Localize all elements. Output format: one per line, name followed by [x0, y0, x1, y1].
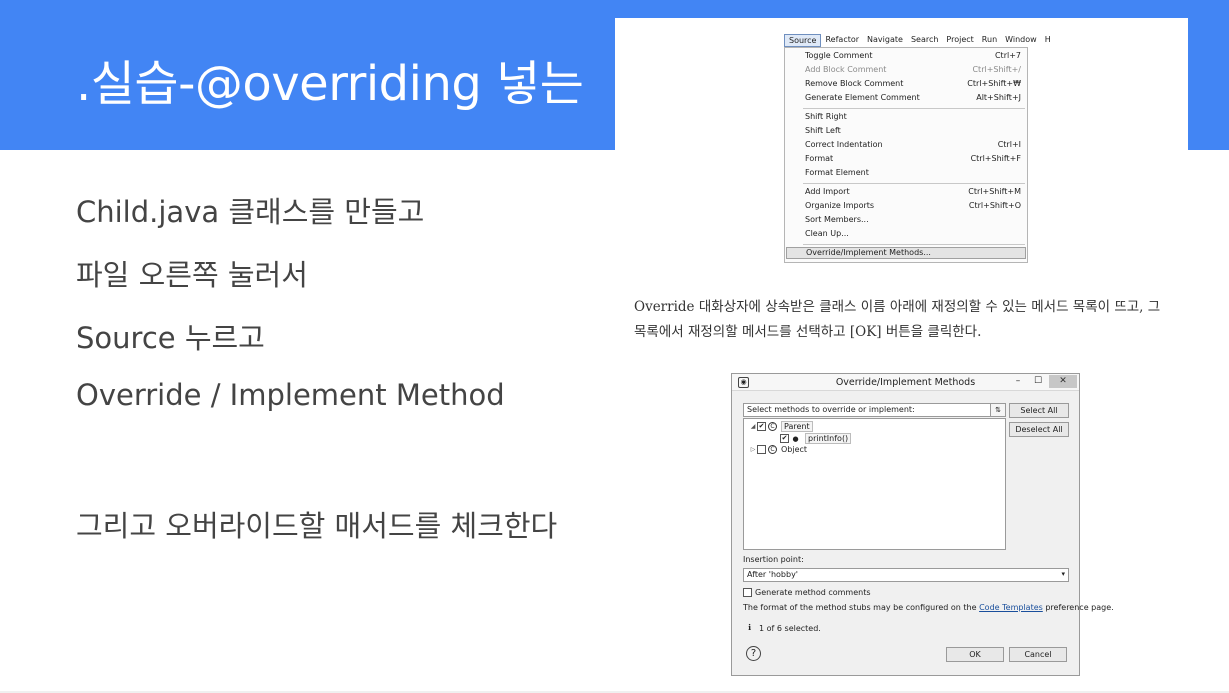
bullet-3: Source 누르고 — [76, 321, 265, 355]
caption-line-2: 목록에서 재정의할 메서드를 선택하고 [OK] 버튼을 클릭한다. — [634, 324, 982, 340]
menu-run[interactable]: Run — [978, 34, 1001, 47]
checkbox-object[interactable] — [757, 445, 766, 454]
deselect-all-button[interactable]: Deselect All — [1009, 422, 1069, 437]
tree-label-object: Object — [781, 445, 808, 454]
menu-item-add-block-comment[interactable]: Add Block Comment Ctrl+Shift+/ — [805, 65, 1021, 77]
bullet-4: Override / Implement Method — [76, 378, 505, 412]
info-icon: ℹ — [748, 623, 752, 632]
override-implement-dialog: ◉ Override/Implement Methods – ☐ ✕ Selec… — [731, 373, 1114, 676]
format-note: The format of the method stubs may be co… — [743, 603, 1114, 612]
close-button[interactable]: ✕ — [1049, 375, 1077, 388]
expand-icon[interactable]: ◢ — [749, 423, 757, 430]
class-icon: C — [768, 422, 777, 431]
methods-filter-input[interactable]: Select methods to override or implement: — [743, 403, 1006, 417]
dialog-title: Override/Implement Methods — [835, 377, 976, 388]
menu-item-shift-right[interactable]: Shift Right — [805, 112, 1021, 124]
public-method-icon: ● — [792, 434, 799, 443]
menu-item-clean-up[interactable]: Clean Up... — [805, 229, 1021, 241]
dialog-titlebar: ◉ Override/Implement Methods – ☐ ✕ — [732, 374, 1079, 391]
menu-search[interactable]: Search — [907, 34, 942, 47]
insertion-point-label: Insertion point: — [743, 555, 804, 564]
menu-item-correct-indentation[interactable]: Correct Indentation Ctrl+I — [805, 140, 1021, 152]
menu-source[interactable]: Source — [784, 34, 822, 47]
select-all-button[interactable]: Select All — [1009, 403, 1069, 418]
insertion-point-select[interactable]: After 'hobby' ▾ — [743, 568, 1069, 582]
source-menu-screenshot: Source Refactor Navigate Search Project … — [615, 18, 1188, 272]
maximize-button[interactable]: ☐ — [1030, 375, 1046, 388]
menu-item-format-element[interactable]: Format Element — [805, 168, 1021, 180]
menu-navigate[interactable]: Navigate — [863, 34, 907, 47]
tree-row-object[interactable]: ▷ C Object — [749, 444, 807, 455]
help-icon[interactable]: ? — [746, 646, 761, 661]
menu-item-add-import[interactable]: Add Import Ctrl+Shift+M — [805, 187, 1021, 199]
menu-separator — [803, 183, 1025, 184]
sort-icon[interactable]: ⇅ — [990, 403, 1006, 417]
bullet-1: Child.java 클래스를 만들고 — [76, 195, 425, 229]
tree-row-printinfo[interactable]: ✔ ● printInfo() — [780, 433, 852, 444]
generate-comments-label: Generate method comments — [755, 588, 871, 597]
menu-help[interactable]: H — [1041, 34, 1055, 47]
cancel-button[interactable]: Cancel — [1009, 647, 1067, 662]
menu-bar: Source Refactor Navigate Search Project … — [784, 34, 1051, 47]
checkbox-printinfo[interactable]: ✔ — [780, 434, 789, 443]
caption-line-1: Override 대화상자에 상속받은 클래스 이름 아래에 재정의할 수 있는… — [634, 299, 1161, 315]
methods-tree[interactable]: ◢ ✔ C Parent ✔ ● printInfo() ▷ C Object — [743, 418, 1006, 550]
menu-item-shift-left[interactable]: Shift Left — [805, 126, 1021, 138]
menu-item-format[interactable]: Format Ctrl+Shift+F — [805, 154, 1021, 166]
menu-item-remove-block-comment[interactable]: Remove Block Comment Ctrl+Shift+₩ — [805, 79, 1021, 91]
menu-item-toggle-comment[interactable]: Toggle Comment Ctrl+7 — [805, 51, 1021, 63]
menu-separator — [803, 108, 1025, 109]
menu-separator — [803, 244, 1025, 245]
checkbox-parent[interactable]: ✔ — [757, 422, 766, 431]
source-dropdown: Toggle Comment Ctrl+7 Add Block Comment Ct… — [784, 47, 1028, 263]
generate-comments-checkbox[interactable] — [743, 588, 752, 597]
collapse-icon[interactable]: ▷ — [749, 446, 757, 453]
ok-button[interactable]: OK — [946, 647, 1004, 662]
menu-item-sort-members[interactable]: Sort Members... — [805, 215, 1021, 227]
bullet-2: 파일 오른쪽 눌러서 — [76, 258, 308, 292]
menu-refactor[interactable]: Refactor — [821, 34, 863, 47]
tree-label-parent: Parent — [781, 421, 813, 432]
menu-item-generate-element-comment[interactable]: Generate Element Comment Alt+Shift+J — [805, 93, 1021, 105]
tree-row-parent[interactable]: ◢ ✔ C Parent — [749, 421, 813, 432]
chevron-down-icon: ▾ — [1061, 570, 1065, 578]
minimize-button[interactable]: – — [1010, 375, 1026, 388]
menu-item-override-implement[interactable]: Override/Implement Methods... — [786, 247, 1026, 259]
insertion-point-value: After 'hobby' — [747, 570, 799, 579]
selection-status: 1 of 6 selected. — [759, 624, 821, 633]
menu-window[interactable]: Window — [1001, 34, 1041, 47]
class-icon: C — [768, 445, 777, 454]
bullet-5: 그리고 오버라이드할 매서드를 체크한다 — [76, 509, 558, 543]
code-templates-link[interactable]: Code Templates — [979, 603, 1043, 612]
menu-project[interactable]: Project — [942, 34, 977, 47]
menu-item-organize-imports[interactable]: Organize Imports Ctrl+Shift+O — [805, 201, 1021, 213]
slide-title: .실습-@overriding 넣는 — [76, 56, 584, 112]
tree-label-printinfo: printInfo() — [805, 433, 852, 444]
